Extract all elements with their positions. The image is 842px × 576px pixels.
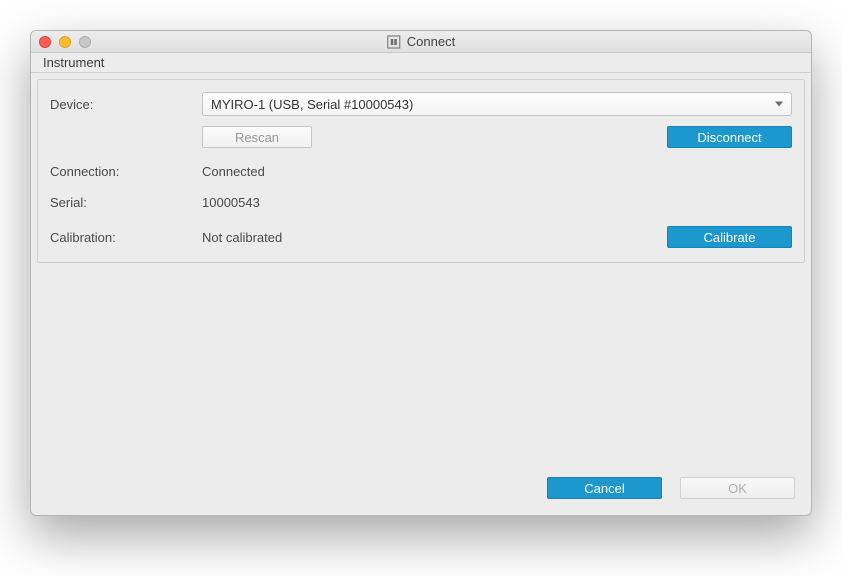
- serial-label: Serial:: [50, 195, 202, 210]
- device-selected: MYIRO-1 (USB, Serial #10000543): [211, 97, 413, 112]
- calibration-label: Calibration:: [50, 230, 202, 245]
- app-icon: [387, 35, 401, 49]
- instrument-panel: Device: MYIRO-1 (USB, Serial #10000543) …: [37, 79, 805, 263]
- calibration-value: Not calibrated: [202, 230, 282, 245]
- ok-button: OK: [680, 477, 795, 499]
- menubar: Instrument: [31, 53, 811, 73]
- device-value: MYIRO-1 (USB, Serial #10000543): [202, 92, 792, 116]
- scan-connect-row: Rescan Disconnect: [50, 126, 792, 148]
- device-row: Device: MYIRO-1 (USB, Serial #10000543): [50, 92, 792, 116]
- chevron-down-icon: [775, 102, 783, 107]
- connection-row: Connection: Connected: [50, 164, 792, 179]
- connection-label: Connection:: [50, 164, 202, 179]
- dialog-footer: Cancel OK: [37, 471, 805, 509]
- disconnect-button[interactable]: Disconnect: [667, 126, 792, 148]
- titlebar: Connect: [31, 31, 811, 53]
- calibration-row: Calibration: Not calibrated Calibrate: [50, 226, 792, 248]
- rescan-button[interactable]: Rescan: [202, 126, 312, 148]
- content-area: Device: MYIRO-1 (USB, Serial #10000543) …: [31, 73, 811, 515]
- connection-value: Connected: [202, 164, 792, 179]
- traffic-lights: [39, 36, 91, 48]
- cancel-button[interactable]: Cancel: [547, 477, 662, 499]
- menu-instrument[interactable]: Instrument: [37, 53, 110, 72]
- maximize-button: [79, 36, 91, 48]
- device-label: Device:: [50, 97, 202, 112]
- serial-value: 10000543: [202, 195, 792, 210]
- serial-row: Serial: 10000543: [50, 195, 792, 210]
- window-title-group: Connect: [387, 34, 455, 49]
- connect-dialog: Connect Instrument Device: MYIRO-1 (USB,…: [30, 30, 812, 516]
- minimize-button[interactable]: [59, 36, 71, 48]
- device-dropdown[interactable]: MYIRO-1 (USB, Serial #10000543): [202, 92, 792, 116]
- close-button[interactable]: [39, 36, 51, 48]
- calibrate-button[interactable]: Calibrate: [667, 226, 792, 248]
- window-title: Connect: [407, 34, 455, 49]
